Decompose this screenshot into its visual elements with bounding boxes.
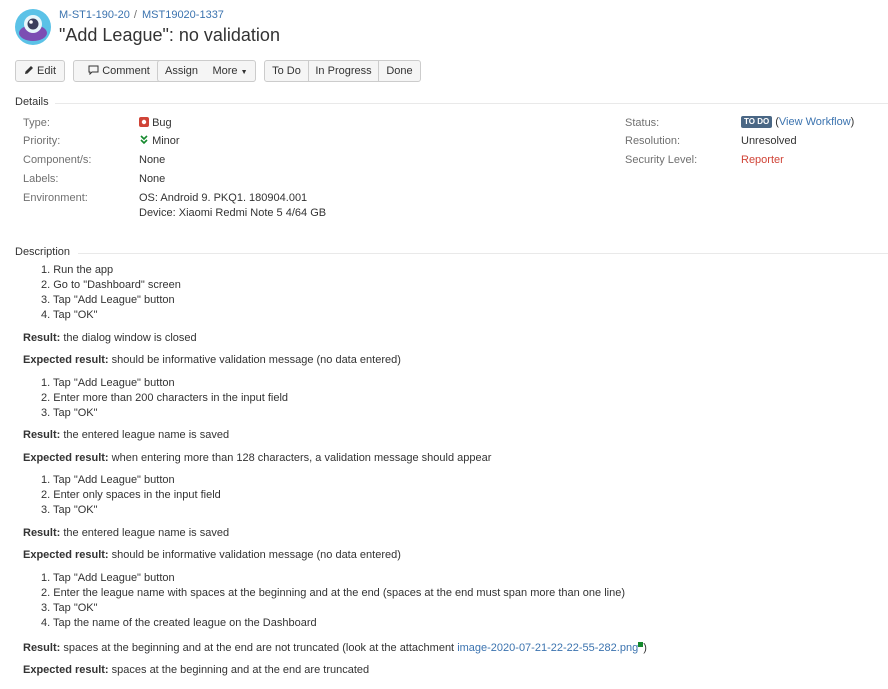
environment-line-2: Device: Xiaomi Redmi Note 5 4/64 GB xyxy=(139,207,327,219)
expected-text: should be informative validation message… xyxy=(111,549,401,561)
type-label: Type: xyxy=(23,117,50,129)
expected-label: Expected result: xyxy=(23,354,109,366)
description-heading: Description xyxy=(15,246,71,258)
expected-paragraph: Expected result: spaces at the beginning… xyxy=(23,664,369,676)
breadcrumb-separator: / xyxy=(133,9,137,21)
view-workflow-paren-close: ) xyxy=(850,116,855,128)
priority-label: Priority: xyxy=(23,135,61,147)
edit-label: Edit xyxy=(37,65,57,77)
list-item: 1. Tap "Add League" button xyxy=(41,377,175,389)
transition-in-progress-button[interactable]: In Progress xyxy=(308,60,379,82)
type-text: Bug xyxy=(152,117,172,129)
expected-paragraph: Expected result: should be informative v… xyxy=(23,354,401,366)
security-level-label: Security Level: xyxy=(625,154,698,166)
result-paragraph: Result: spaces at the beginning and at t… xyxy=(23,642,647,654)
list-item: 1. Run the app xyxy=(41,264,114,276)
transition-todo-button[interactable]: To Do xyxy=(264,60,309,82)
pencil-icon xyxy=(24,66,33,74)
list-item: 3. Tap "OK" xyxy=(41,602,98,614)
environment-line-1: OS: Android 9. PKQ1. 180904.001 xyxy=(139,192,308,204)
list-item: 2. Enter the league name with spaces at … xyxy=(41,587,625,599)
expected-label: Expected result: xyxy=(23,664,109,676)
breadcrumb-project-link[interactable]: M-ST1-190-20 xyxy=(59,9,130,21)
environment-label: Environment: xyxy=(23,192,88,204)
result-paragraph: Result: the dialog window is closed xyxy=(23,332,197,344)
result-suffix: ) xyxy=(643,642,647,654)
result-text: spaces at the beginning and at the end a… xyxy=(63,642,455,654)
result-text: the entered league name is saved xyxy=(63,429,230,441)
labels-label: Labels: xyxy=(23,173,59,185)
result-text: the dialog window is closed xyxy=(63,332,197,344)
result-text: the entered league name is saved xyxy=(63,527,230,539)
details-divider xyxy=(55,103,888,104)
priority-text: Minor xyxy=(152,135,180,147)
breadcrumb-issue-link[interactable]: MST19020-1337 xyxy=(142,9,224,21)
security-level-value: Reporter xyxy=(741,154,784,166)
list-item: 4. Tap the name of the created league on… xyxy=(41,617,317,629)
list-item: 2. Go to "Dashboard" screen xyxy=(41,279,181,291)
expected-label: Expected result: xyxy=(23,549,109,561)
chevron-down-icon: ▼ xyxy=(240,69,248,76)
more-label: More xyxy=(212,65,238,77)
expected-text: when entering more than 128 characters, … xyxy=(111,452,492,464)
expected-text: should be informative validation message… xyxy=(111,354,401,366)
transition-done-button[interactable]: Done xyxy=(378,60,421,82)
status-label: Status: xyxy=(625,117,660,129)
description-divider xyxy=(78,253,888,254)
expected-label: Expected result: xyxy=(23,452,109,464)
bug-icon xyxy=(139,117,149,127)
more-button[interactable]: More ▼ xyxy=(205,60,256,82)
list-item: 3. Tap "Add League" button xyxy=(41,294,175,306)
component-label: Component/s: xyxy=(23,154,92,166)
result-paragraph: Result: the entered league name is saved xyxy=(23,527,229,539)
breadcrumb: M-ST1-190-20/ MST19020-1337 xyxy=(59,9,224,21)
expected-text: spaces at the beginning and at the end a… xyxy=(111,664,370,676)
details-heading: Details xyxy=(15,96,49,108)
component-value: None xyxy=(139,154,166,166)
comment-label: Comment xyxy=(102,65,150,77)
type-value: Bug xyxy=(139,117,172,129)
view-workflow-link[interactable]: View Workflow xyxy=(779,116,851,128)
comment-icon xyxy=(88,65,99,76)
list-item: 3. Tap "OK" xyxy=(41,407,98,419)
result-label: Result: xyxy=(23,332,61,344)
list-item: 2. Enter only spaces in the input field xyxy=(41,489,221,501)
list-item: 1. Tap "Add League" button xyxy=(41,572,175,584)
list-item: 1. Tap "Add League" button xyxy=(41,474,175,486)
expected-paragraph: Expected result: when entering more than… xyxy=(23,452,491,464)
result-label: Result: xyxy=(23,527,61,539)
priority-value: Minor xyxy=(139,135,180,147)
project-avatar[interactable] xyxy=(15,9,51,45)
attachment-link[interactable]: image-2020-07-21-22-22-55-282.png xyxy=(457,642,638,654)
edit-button[interactable]: Edit xyxy=(15,60,65,82)
expected-paragraph: Expected result: should be informative v… xyxy=(23,549,401,561)
list-item: 4. Tap "OK" xyxy=(41,309,98,321)
status-value: TO DO (View Workflow) xyxy=(741,116,854,128)
comment-button[interactable]: Comment xyxy=(73,60,165,82)
list-item: 2. Enter more than 200 characters in the… xyxy=(41,392,289,404)
list-item: 3. Tap "OK" xyxy=(41,504,98,516)
result-paragraph: Result: the entered league name is saved xyxy=(23,429,229,441)
issue-title: "Add League": no validation xyxy=(59,25,280,45)
result-label: Result: xyxy=(23,429,61,441)
assign-button[interactable]: Assign xyxy=(157,60,206,82)
result-label: Result: xyxy=(23,642,61,654)
resolution-label: Resolution: xyxy=(625,135,681,147)
priority-minor-icon xyxy=(140,135,148,145)
status-badge: TO DO xyxy=(741,116,773,128)
labels-value: None xyxy=(139,173,166,185)
resolution-value: Unresolved xyxy=(741,135,797,147)
